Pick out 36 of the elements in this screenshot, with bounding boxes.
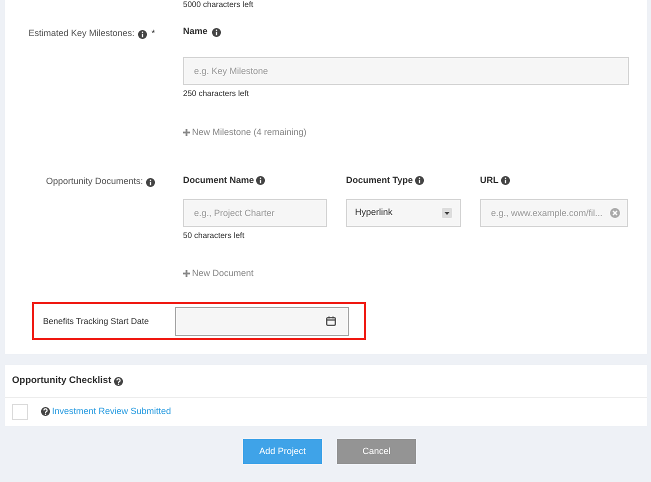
column-header: Document Name xyxy=(183,174,254,187)
info-icon xyxy=(500,176,510,185)
document-name-input[interactable]: e.g., Project Charter xyxy=(183,198,327,226)
column-header: Name xyxy=(183,25,208,38)
date-input[interactable] xyxy=(175,306,349,336)
help-icon xyxy=(114,376,124,386)
required-mark: * xyxy=(151,27,155,40)
plus-icon xyxy=(183,270,190,277)
milestone-input[interactable]: e.g. Key Milestone xyxy=(183,57,629,85)
field-label: Benefits Tracking Start Date xyxy=(43,314,150,328)
info-icon xyxy=(256,176,266,185)
column-header: URL xyxy=(480,174,498,187)
field-label: Estimated Key Milestones: xyxy=(28,27,134,40)
add-milestone-link[interactable]: New Milestone (4 remaining) xyxy=(183,126,629,140)
panel-title: Opportunity Checklist xyxy=(12,374,112,388)
info-icon xyxy=(212,28,221,36)
clear-icon[interactable] xyxy=(610,208,620,218)
document-type-dropdown[interactable]: Hyperlink xyxy=(346,198,461,226)
calendar-icon xyxy=(326,316,336,326)
checklist-link[interactable]: Investment Review Submitted xyxy=(52,405,172,419)
info-icon xyxy=(146,178,155,187)
url-input[interactable]: e.g., www.example.com/fil... xyxy=(480,198,628,226)
info-icon xyxy=(138,30,148,40)
cancel-button[interactable]: Cancel xyxy=(337,439,416,464)
character-counter: 250 characters left xyxy=(183,88,250,100)
field-label: Opportunity Documents: xyxy=(46,174,143,188)
character-counter: 50 characters left xyxy=(183,230,246,242)
add-document-link[interactable]: New Document xyxy=(183,266,629,280)
character-counter: 5000 characters left xyxy=(183,0,254,9)
checkbox[interactable] xyxy=(12,404,28,420)
help-icon xyxy=(41,407,50,416)
add-project-button[interactable]: Add Project xyxy=(243,439,322,464)
info-icon xyxy=(414,176,424,185)
caret-icon xyxy=(442,208,452,218)
plus-icon xyxy=(183,129,190,136)
column-header: Document Type xyxy=(346,174,413,187)
